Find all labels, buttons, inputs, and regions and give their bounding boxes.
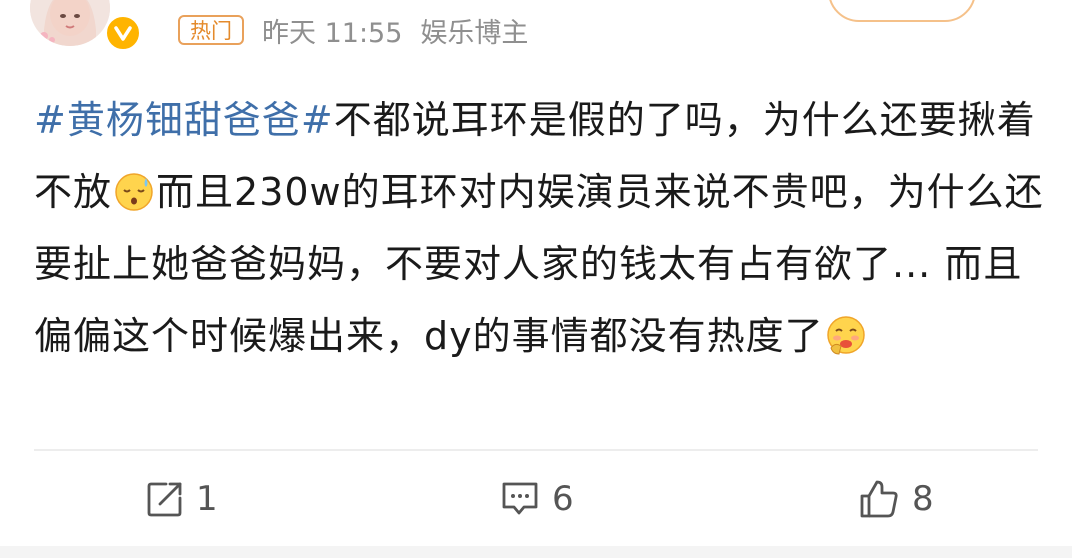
weibo-post-card: 热门 昨天 11:55 娱乐博主 #黄杨钿甜爸爸#不都说耳环是假的了吗，为什么还…	[0, 0, 1072, 558]
comment-icon	[502, 482, 538, 515]
repost-button[interactable]: 1	[146, 474, 218, 524]
post-source: 娱乐博主	[420, 17, 529, 49]
like-button[interactable]: 8	[858, 474, 934, 524]
comment-button[interactable]: 6	[500, 474, 574, 524]
post-time: 昨天 11:55	[262, 17, 403, 49]
divider	[34, 449, 1038, 451]
sweat-face-emoji	[113, 163, 155, 211]
comment-count: 6	[552, 479, 574, 519]
avatar-image	[30, 0, 110, 46]
post-text: #黄杨钿甜爸爸#不都说耳环是假的了吗，为什么还要揪着不放 而且230w的耳环对内娱…	[34, 84, 1044, 372]
verified-badge-icon	[104, 14, 142, 52]
post-meta: 热门 昨天 11:55 娱乐博主	[178, 10, 528, 50]
avatar[interactable]	[30, 0, 110, 46]
thumbs-up-icon	[860, 480, 898, 518]
follow-button[interactable]	[828, 0, 976, 22]
topic-link[interactable]: #黄杨钿甜爸爸#	[34, 98, 334, 142]
repost-count: 1	[196, 479, 218, 519]
post-text-segment-2: 而且230w的耳环对内娱演员来说不贵吧，为什么还要扯上她爸爸妈妈，不要对人家的钱…	[34, 170, 1044, 358]
repost-icon	[147, 482, 182, 517]
like-count: 8	[912, 479, 934, 519]
drooling-face-emoji	[825, 307, 867, 355]
card-separator	[0, 546, 1072, 558]
hot-tag: 热门	[178, 15, 244, 45]
